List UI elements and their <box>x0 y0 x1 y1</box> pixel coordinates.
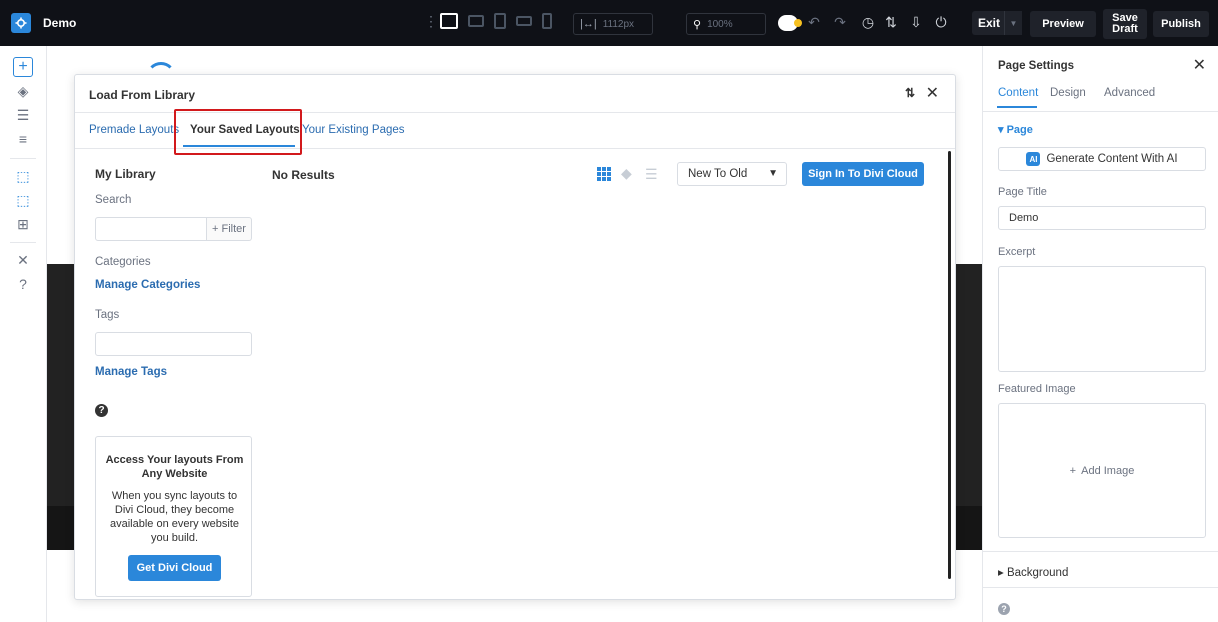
tab-advanced[interactable]: Advanced <box>1104 87 1155 99</box>
template-icon[interactable]: ⊞ <box>13 214 33 234</box>
no-results-text: No Results <box>272 168 335 182</box>
zoom-icon: ⚲ <box>693 18 702 31</box>
gear-icon[interactable] <box>11 13 31 33</box>
more-dots-icon[interactable]: ⋮ <box>424 14 438 28</box>
caret-down-icon: ▾ <box>998 124 1007 136</box>
sort-select-value: New To Old <box>688 168 748 180</box>
phone-portrait-icon[interactable] <box>542 13 552 29</box>
tags-input[interactable] <box>95 332 252 356</box>
tab-content[interactable]: Content <box>998 87 1038 99</box>
chevron-down-icon: ▼ <box>768 168 778 179</box>
background-section-toggle[interactable]: ▸ Background <box>998 565 1068 579</box>
active-tab-indicator <box>997 106 1037 108</box>
categories-label: Categories <box>95 256 151 268</box>
add-image-dropzone[interactable]: + Add Image <box>998 403 1206 538</box>
section-page-label: Page <box>1006 124 1033 136</box>
publish-button[interactable]: Publish <box>1153 11 1209 37</box>
caret-right-icon: ▸ <box>998 567 1007 579</box>
database-icon[interactable]: ☰ <box>13 105 33 125</box>
load-from-library-modal: Load From Library ⇅ ✕ Premade Layouts Yo… <box>74 74 956 600</box>
background-label: Background <box>1006 567 1069 579</box>
modal-title: Load From Library <box>89 88 196 102</box>
close-icon[interactable]: ✕ <box>1193 55 1206 75</box>
featured-image-label: Featured Image <box>998 383 1076 395</box>
tags-label: Tags <box>95 309 120 321</box>
plus-icon: + <box>1069 464 1077 477</box>
tab-design[interactable]: Design <box>1050 87 1086 99</box>
tab-your-existing-pages[interactable]: Your Existing Pages <box>302 124 405 136</box>
tab-premade-layouts[interactable]: Premade Layouts <box>89 124 179 136</box>
page-title-input[interactable]: Demo <box>998 206 1206 230</box>
grid-view-icon[interactable] <box>597 167 611 181</box>
wireframe-icon[interactable]: ≡ <box>13 129 33 149</box>
modal-header: Load From Library ⇅ ✕ <box>75 75 955 113</box>
page-title-label: Page Title <box>998 186 1047 198</box>
zoom-field[interactable]: ⚲ 100% <box>686 13 766 35</box>
help-icon[interactable]: ? <box>95 404 108 417</box>
get-divi-cloud-button[interactable]: Get Divi Cloud <box>128 555 221 581</box>
ai-icon: AI <box>1026 152 1041 166</box>
close-icon[interactable]: ✕ <box>926 83 939 103</box>
power-icon[interactable]: ⏻ <box>933 14 949 30</box>
width-field[interactable]: |↔| 1112px <box>573 13 653 35</box>
sort-icon[interactable]: ⇅ <box>883 14 899 30</box>
width-value: 1112px <box>602 18 635 30</box>
save-draft-label-2: Draft <box>1112 23 1138 35</box>
sort-select[interactable]: New To Old ▼ <box>677 162 787 186</box>
save-draft-button[interactable]: Save Draft <box>1103 9 1147 39</box>
select-icon[interactable]: ⬚ <box>13 166 33 186</box>
promo-body: When you sync layouts to Divi Cloud, the… <box>109 490 240 544</box>
portability-icon[interactable]: ⇩ <box>908 14 924 30</box>
layers-icon[interactable]: ◈ <box>13 81 33 101</box>
device-switcher: ⋮ <box>424 13 552 29</box>
manage-categories-link[interactable]: Manage Categories <box>95 279 200 291</box>
exit-button[interactable]: Exit <box>972 11 1007 35</box>
manage-tags-link[interactable]: Manage Tags <box>95 366 167 378</box>
promo-title: Access Your layouts From Any Website <box>105 454 244 480</box>
add-module-icon[interactable]: + <box>13 57 33 77</box>
tag-icon[interactable]: ◆ <box>621 165 632 182</box>
left-toolbar: + ◈ ☰ ≡ ⬚ ⬚ ⊞ ✕ ? <box>0 46 47 622</box>
divi-cloud-promo: Access Your layouts From Any Website Whe… <box>95 436 252 597</box>
undo-icon[interactable]: ↶ <box>806 14 822 30</box>
filter-button[interactable]: + Filter <box>207 217 252 241</box>
tablet-portrait-icon[interactable] <box>494 13 506 29</box>
phone-landscape-icon[interactable] <box>516 16 532 26</box>
section-page-toggle[interactable]: ▾ Page <box>998 123 1033 136</box>
settings-title: Page Settings <box>998 60 1075 72</box>
search-label: Search <box>95 194 132 206</box>
generate-ai-button[interactable]: AI Generate Content With AI <box>998 147 1206 171</box>
chevron-down-icon[interactable]: ▼ <box>1004 11 1022 35</box>
width-icon: |↔| <box>580 18 597 30</box>
zoom-value: 100% <box>707 18 733 30</box>
page-title: Demo <box>43 16 77 30</box>
preview-button[interactable]: Preview <box>1030 11 1096 37</box>
library-title: My Library <box>95 167 156 181</box>
desktop-icon[interactable] <box>440 13 458 29</box>
highlight-annotation <box>174 109 302 155</box>
page-settings-panel: Page Settings ✕ Content Design Advanced … <box>982 46 1218 622</box>
excerpt-label: Excerpt <box>998 246 1036 258</box>
laptop-icon[interactable] <box>468 15 484 27</box>
help-icon[interactable]: ? <box>13 274 33 294</box>
help-icon[interactable]: ? <box>998 603 1010 615</box>
redo-icon[interactable]: ↷ <box>832 14 848 30</box>
search-input[interactable] <box>95 217 207 241</box>
top-toolbar: Demo ⋮ |↔| 1112px ⚲ 100% ↶ ↷ ◷ ⇅ ⇩ ⏻ Exi… <box>0 0 1218 46</box>
tools-icon[interactable]: ✕ <box>13 250 33 270</box>
list-view-icon[interactable]: ☰ <box>645 166 658 183</box>
sort-icon[interactable]: ⇅ <box>905 86 915 100</box>
scrollbar[interactable] <box>948 151 951 579</box>
excerpt-textarea[interactable] <box>998 266 1206 372</box>
sign-in-divi-cloud-button[interactable]: Sign In To Divi Cloud <box>802 162 924 186</box>
multi-select-icon[interactable]: ⬚ <box>13 190 33 210</box>
generate-ai-label: Generate Content With AI <box>1046 153 1178 165</box>
add-image-label: Add Image <box>1081 464 1135 477</box>
sun-icon <box>794 19 802 27</box>
history-icon[interactable]: ◷ <box>860 14 876 30</box>
